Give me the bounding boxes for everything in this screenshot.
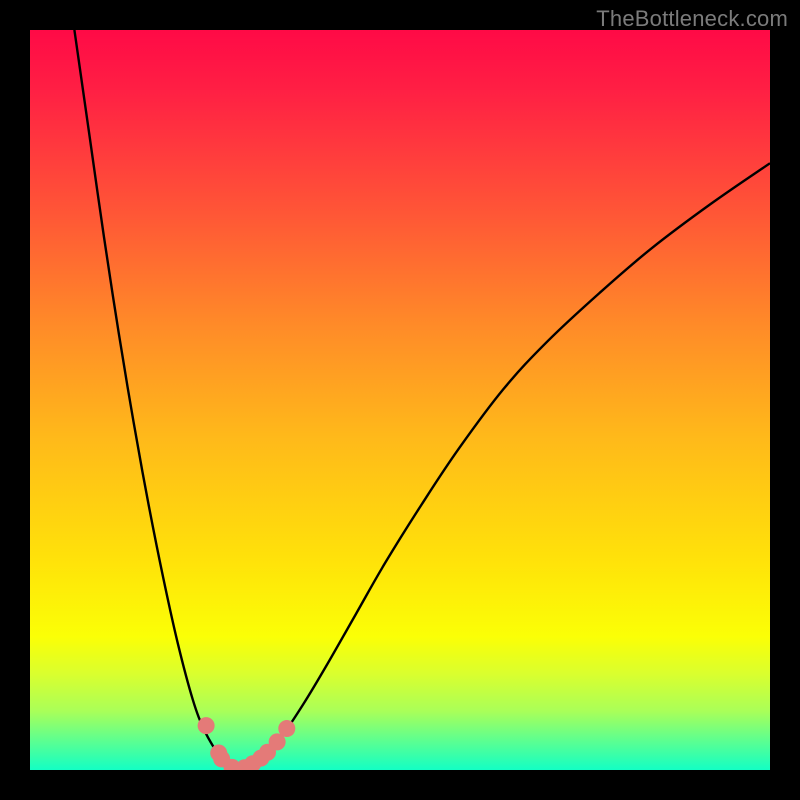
bottleneck-curve-svg xyxy=(30,30,770,770)
marker-point xyxy=(198,717,215,734)
curve-left-branch xyxy=(74,30,237,769)
chart-plot-area xyxy=(30,30,770,770)
curve-right-branch xyxy=(237,163,770,769)
watermark-text: TheBottleneck.com xyxy=(596,6,788,32)
marker-point xyxy=(278,720,295,737)
